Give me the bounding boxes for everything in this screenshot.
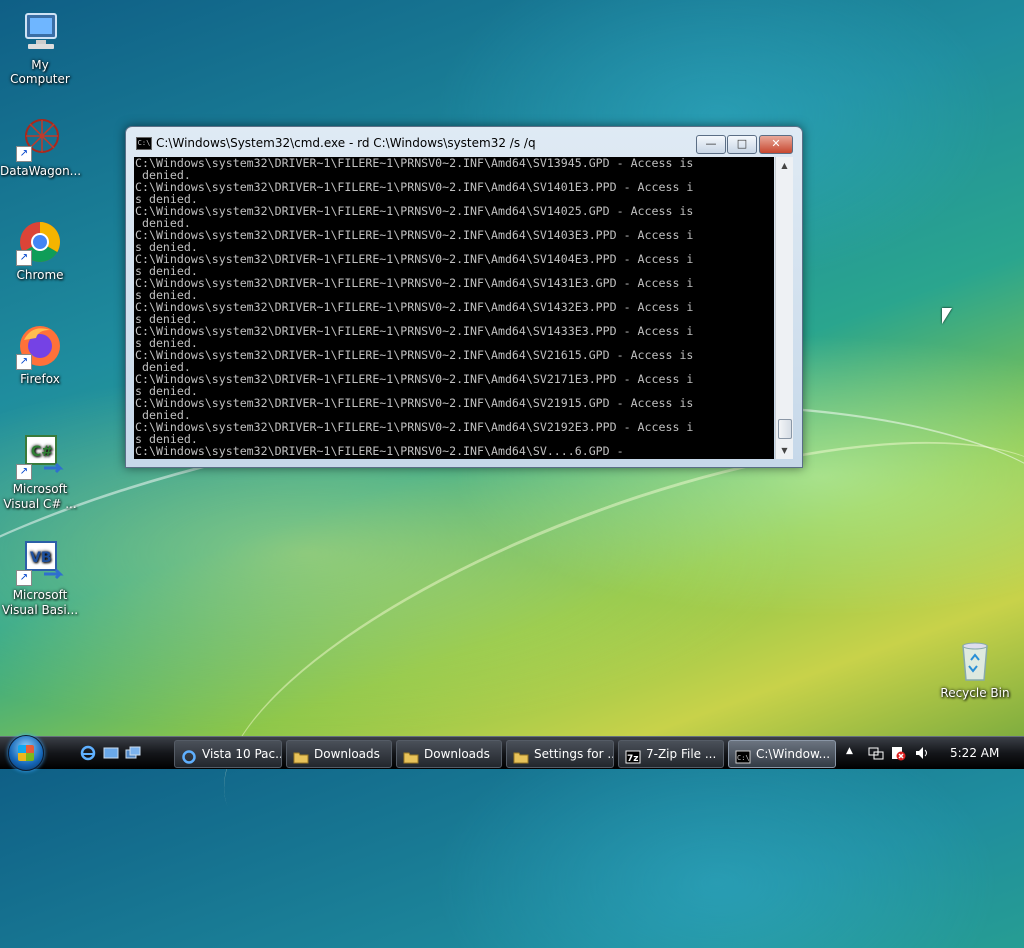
volume-icon[interactable] [914,745,930,764]
desktop-icon-label: Microsoft Visual C# ... [3,482,77,511]
desktop-icon-label: Chrome [16,268,64,282]
window-title: C:\Windows\System32\cmd.exe - rd C:\Wind… [156,136,536,150]
shortcut-arrow-icon: ↗ [16,146,32,162]
taskbar-button-downloads-2[interactable]: Downloads [396,740,502,768]
cmd-icon: C:\ [735,747,751,763]
ie-icon [181,747,197,764]
security-warning-icon[interactable] [890,745,906,764]
desktop-icon-firefox[interactable]: ↗ Firefox [0,322,80,386]
taskbar-button-vista10[interactable]: Vista 10 Pac... [174,740,282,768]
taskbar-button-label: C:\Window... [756,747,831,761]
desktop-icon-recycle-bin[interactable]: Recycle Bin [935,636,1015,700]
minimize-button[interactable]: — [696,135,726,154]
vertical-scrollbar[interactable]: ▲ ▼ [775,157,793,459]
taskbar-button-label: Downloads [314,747,380,761]
taskbar: Vista 10 Pac... Downloads Downloads Sett… [0,735,1024,771]
7zip-icon: 7z [625,747,641,764]
taskbar-clock[interactable]: 5:22 AM [950,737,999,769]
start-button[interactable] [8,735,48,771]
cmd-icon: C:\ [136,137,152,150]
svg-text:C#: C# [31,444,53,460]
desktop-icon-label: Microsoft Visual Basi... [1,588,79,617]
svg-text:7z: 7z [627,754,639,764]
firefox-icon: ↗ [16,322,64,370]
windows-orb-icon [8,735,44,771]
desktop-icon-label: Firefox [20,372,60,386]
console-text: C:\Windows\system32\DRIVER~1\FILERE~1\PR… [135,157,694,458]
taskbar-button-cmd[interactable]: C:\ C:\Window... [728,740,836,768]
svg-text:C:\: C:\ [737,754,750,762]
desktop-icon-visual-csharp[interactable]: C# ↗ Microsoft Visual C# ... [0,432,80,512]
visual-csharp-icon: C# ↗ [16,432,64,480]
desktop-icon-my-computer[interactable]: My Computer [0,8,80,86]
taskbar-button-label: 7-Zip File ... [646,747,717,761]
folder-icon [403,747,419,763]
desktop-icon-label: My Computer [10,58,70,86]
shortcut-arrow-icon: ↗ [16,464,32,480]
switch-windows-icon[interactable] [125,745,141,761]
taskbar-button-label: Downloads [424,747,490,761]
desktop-icon-label: DataWagon... [0,164,82,178]
taskbar-button-label: Settings for ... [534,747,614,761]
show-desktop-icon[interactable] [103,745,119,761]
taskbar-button-downloads-1[interactable]: Downloads [286,740,392,768]
desktop-icon-label: Recycle Bin [940,686,1010,700]
window-titlebar[interactable]: C:\ C:\Windows\System32\cmd.exe - rd C:\… [126,127,802,157]
close-button[interactable]: ✕ [759,135,793,154]
mouse-cursor-icon [942,308,952,324]
datawagon-icon: ↗ [16,114,64,162]
svg-text:VB: VB [30,550,52,566]
taskbar-button-label: Vista 10 Pac... [202,747,282,761]
scroll-down-icon[interactable]: ▼ [776,442,793,459]
scrollbar-thumb[interactable] [778,419,792,439]
maximize-button[interactable]: □ [727,135,757,154]
cmd-window[interactable]: C:\ C:\Windows\System32\cmd.exe - rd C:\… [125,126,803,468]
taskbar-button-settings[interactable]: Settings for ... [506,740,614,768]
computer-icon [16,8,64,56]
settings-icon [513,747,529,763]
desktop-icon-datawagon[interactable]: ↗ DataWagon... [0,114,82,178]
folder-icon [293,747,309,763]
desktop-icon-chrome[interactable]: ↗ Chrome [0,218,80,282]
console-output[interactable]: C:\Windows\system32\DRIVER~1\FILERE~1\PR… [134,157,774,459]
shortcut-arrow-icon: ↗ [16,354,32,370]
ie-quicklaunch-icon[interactable] [80,745,96,761]
visual-basic-icon: VB ↗ [16,538,64,586]
scroll-up-icon[interactable]: ▲ [776,157,793,174]
desktop-icon-visual-basic[interactable]: VB ↗ Microsoft Visual Basi... [0,538,80,618]
tray-expand-chevron-icon[interactable]: ▲ [846,746,853,756]
shortcut-arrow-icon: ↗ [16,250,32,266]
chrome-icon: ↗ [16,218,64,266]
recycle-bin-icon [951,636,999,684]
taskbar-button-7zip[interactable]: 7z 7-Zip File ... [618,740,724,768]
network-icon[interactable] [868,745,884,764]
shortcut-arrow-icon: ↗ [16,570,32,586]
